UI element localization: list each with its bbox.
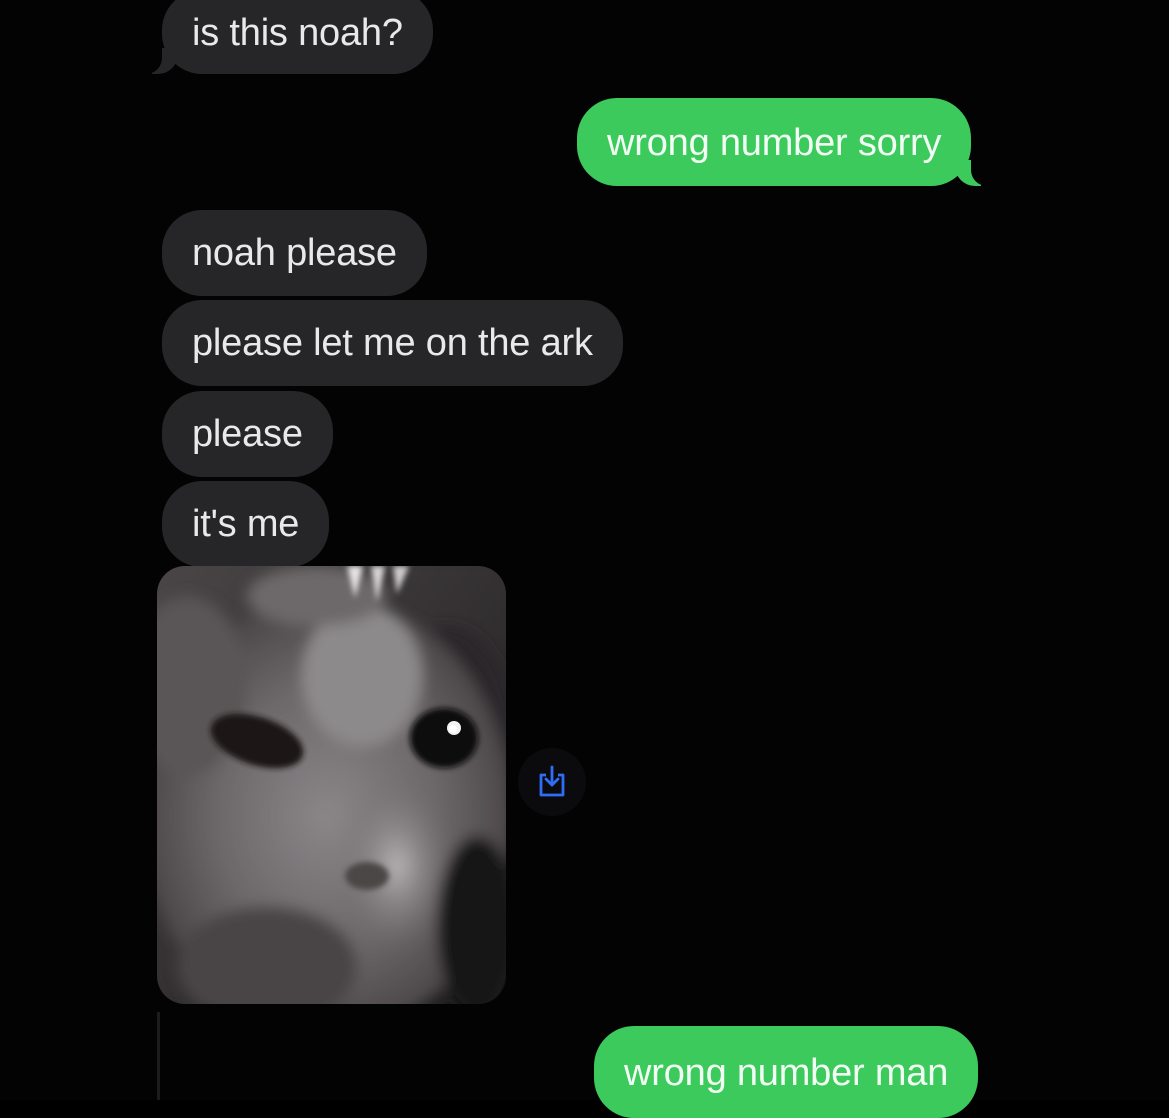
message-thread: is this noah? wrong number sorry noah pl…: [0, 0, 1169, 1118]
message-text: is this noah?: [192, 12, 403, 54]
divider-line: [157, 1012, 160, 1100]
message-text: please let me on the ark: [192, 322, 593, 364]
message-text: noah please: [192, 232, 397, 274]
outgoing-message-bubble[interactable]: wrong number man: [594, 1026, 979, 1118]
outgoing-message-bubble[interactable]: wrong number sorry: [577, 98, 998, 186]
save-download-icon: [539, 765, 565, 797]
message-text: wrong number man: [624, 1052, 949, 1094]
cat-photo-attachment[interactable]: [157, 566, 506, 1004]
cat-photo-image: [157, 566, 506, 1004]
incoming-message-bubble[interactable]: please let me on the ark: [162, 300, 623, 386]
bubble-tail: [955, 156, 998, 186]
incoming-message-bubble[interactable]: it's me: [162, 481, 330, 567]
bubble-tail: [136, 44, 178, 74]
incoming-message-bubble[interactable]: is this noah?: [136, 0, 433, 74]
message-text: wrong number sorry: [607, 122, 942, 164]
save-photo-button[interactable]: [518, 748, 586, 816]
message-text: it's me: [192, 503, 300, 545]
incoming-message-bubble[interactable]: please: [162, 391, 333, 477]
message-text: please: [192, 413, 303, 455]
incoming-message-bubble[interactable]: noah please: [162, 210, 427, 296]
